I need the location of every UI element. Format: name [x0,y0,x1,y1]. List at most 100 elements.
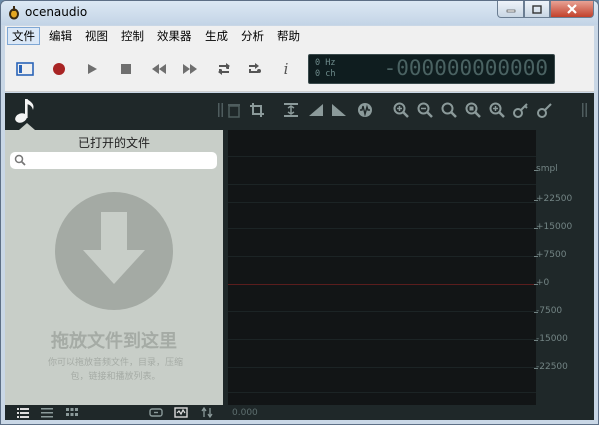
maximize-button[interactable] [524,1,550,18]
grid-line [228,228,536,229]
edit-toolbar [218,93,595,129]
ruler-tick: +22500 [533,194,573,204]
zoom-in-icon [393,102,409,118]
record-button[interactable] [48,58,70,80]
drag-handle-icon [582,103,587,117]
loop-button[interactable] [213,58,235,80]
transport-toolbar: i 0 Hz 0 ch -000000000000 [5,46,594,92]
crop-icon [250,103,264,117]
ruler-unit: smpl [534,164,558,174]
key-button[interactable] [511,100,531,120]
grid-line [228,202,536,203]
menu-view[interactable]: 视图 [81,27,112,45]
sidebar-toggle-icon [16,62,34,76]
zoom-in-button[interactable] [391,100,411,120]
window-title: ocenaudio [25,5,88,19]
sidebar-header [5,93,223,130]
link-icon[interactable] [149,407,163,418]
fade-in-button[interactable] [306,100,326,120]
key-alt-button[interactable] [535,100,555,120]
ruler-tick: +7500 [533,250,567,260]
zoom-selection-button[interactable] [463,100,483,120]
waveform-view[interactable] [228,130,536,405]
ruler-tick: -22500 [534,362,568,372]
sort-icon[interactable] [200,407,214,418]
sidebar-toggle-button[interactable] [14,58,36,80]
fast-forward-button[interactable] [179,58,201,80]
menu-help[interactable]: 帮助 [273,27,304,45]
info-button[interactable]: i [275,58,297,80]
delete-button[interactable] [224,100,244,120]
main-area: 已打开的文件 拖放文件到这里 你可以拖放音频文件，目录，压缩包，链接和播放列表。 [5,93,594,420]
rewind-button[interactable] [148,58,170,80]
menu-edit[interactable]: 编辑 [45,27,76,45]
drop-title: 拖放文件到这里 [51,331,177,352]
list-compact-icon[interactable] [40,407,54,418]
menu-file[interactable]: 文件 [7,27,40,45]
time-display: 0 Hz 0 ch -000000000000 [308,54,555,84]
minimize-icon [506,9,515,13]
maximize-icon [532,4,542,14]
grid-line [228,184,536,185]
ruler-tick: +0 [533,278,550,288]
grid-line [228,256,536,257]
menu-bar: 文件 编辑 视图 控制 效果器 生成 分析 帮助 [5,26,594,46]
zoom-out-button[interactable] [415,100,435,120]
minimize-button[interactable] [497,1,524,18]
list-detail-icon[interactable] [16,407,30,418]
fade-out-icon [332,104,346,116]
open-files-panel: 已打开的文件 拖放文件到这里 你可以拖放音频文件，目录，压缩包，链接和播放列表。 [5,130,223,405]
loop-selection-button[interactable] [243,58,265,80]
menu-effects[interactable]: 效果器 [153,27,196,45]
normalize-button[interactable] [281,100,301,120]
sample-rate-readout: 0 Hz [315,58,336,68]
crop-button[interactable] [247,100,267,120]
tab-pointer [19,123,35,130]
drop-hint: 你可以拖放音频文件，目录，压缩包，链接和播放列表。 [47,358,183,382]
grid-line [228,367,536,368]
grid-icon[interactable] [65,407,79,418]
drop-download-icon [55,192,173,310]
waveform-icon[interactable] [174,407,188,418]
effect-button[interactable] [355,100,375,120]
ruler-tick: -7500 [533,306,563,316]
stop-button[interactable] [115,58,137,80]
amplitude-ruler: smpl +22500 +15000 +7500 +0 -7500 -15000… [533,130,594,405]
grid-line [228,339,536,340]
loop-icon [218,63,230,75]
zoom-full-button[interactable] [487,100,507,120]
play-icon [88,64,97,74]
delete-icon [228,104,240,118]
fade-out-button[interactable] [329,100,349,120]
search-input[interactable] [28,153,213,168]
close-button[interactable] [550,1,594,18]
menu-analyze[interactable]: 分析 [237,27,268,45]
normalize-icon [284,103,298,117]
channel-readout: 0 ch [315,69,336,79]
ruler-tick: -15000 [534,334,568,344]
stop-icon [121,64,131,74]
search-box[interactable] [10,152,217,169]
search-icon [14,154,26,166]
zoom-selection-icon [465,102,481,118]
zero-line [228,284,536,285]
zoom-fit-button[interactable] [439,100,459,120]
play-button[interactable] [81,58,103,80]
effect-icon [358,103,372,117]
position-readout: 0.000 [232,408,258,418]
menu-generate[interactable]: 生成 [201,27,232,45]
close-icon [567,4,577,14]
sidebar-footer [5,405,223,420]
grid-line [228,156,536,157]
music-note-icon[interactable] [13,96,39,124]
time-readout: -000000000000 [383,56,548,80]
key-icon [513,103,528,118]
ruler-tick: +15000 [533,222,573,232]
app-window: ocenaudio 文件 编辑 视图 控制 效果器 生成 分析 帮助 i 0 H… [0,0,599,425]
info-icon: i [283,60,289,78]
menu-control[interactable]: 控制 [117,27,148,45]
grid-line [228,311,536,312]
fade-in-icon [309,104,323,116]
loop-selection-icon [249,63,261,73]
drag-handle-right[interactable] [575,100,595,120]
